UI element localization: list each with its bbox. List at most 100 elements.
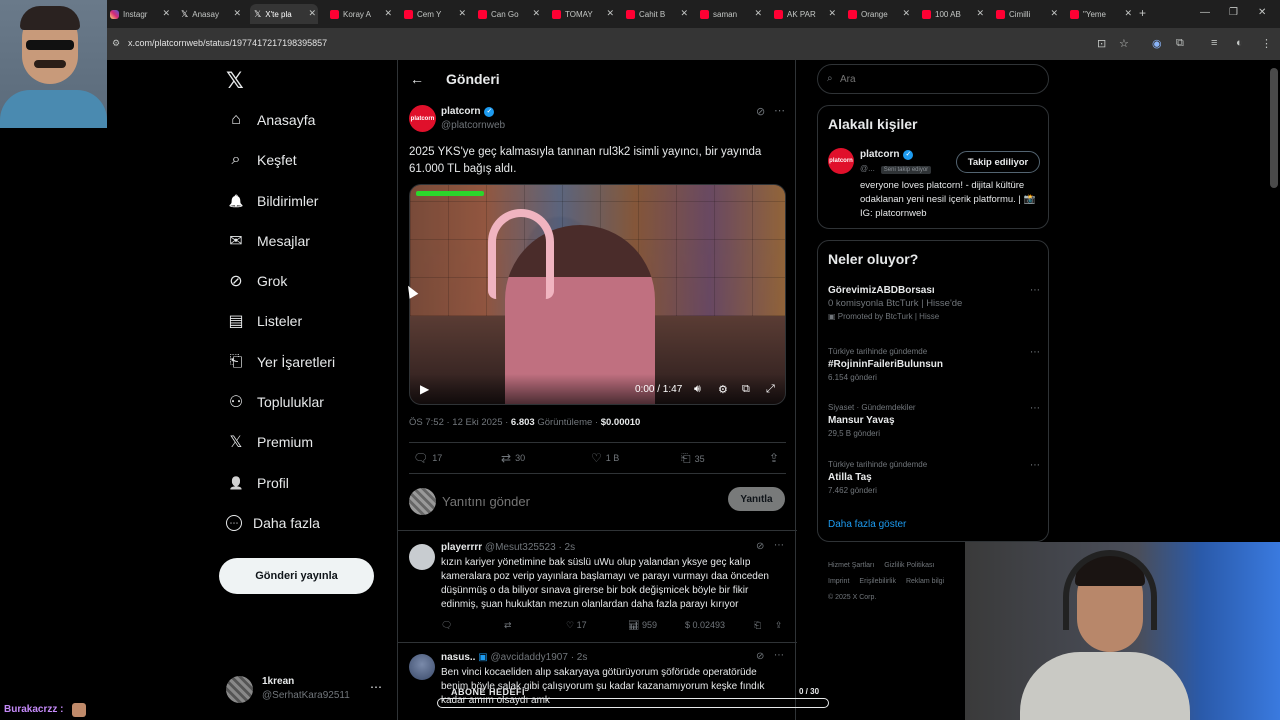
nav-item-notifications[interactable]: 🔔 Bildirimler bbox=[226, 189, 319, 213]
browser-tab[interactable]: 𝕏 Anasay ✕ bbox=[177, 4, 243, 24]
volume-icon[interactable]: 🔊︎ bbox=[694, 383, 701, 396]
nav-item-explore[interactable]: ⌕ Keşfet bbox=[226, 148, 297, 172]
site-info-icon[interactable]: ⚙ bbox=[112, 38, 122, 48]
browser-tab[interactable]: Cimilli ✕ bbox=[992, 4, 1060, 24]
share-icon[interactable]: ⇪ bbox=[775, 620, 783, 631]
search-input[interactable] bbox=[840, 71, 1030, 87]
search-box[interactable]: ⌕ bbox=[817, 64, 1049, 94]
fullscreen-icon[interactable]: ⤢ bbox=[766, 383, 775, 396]
close-tab-icon[interactable]: ✕ bbox=[384, 8, 392, 19]
browser-tab[interactable]: 100 AB ✕ bbox=[918, 4, 986, 24]
reply-input[interactable] bbox=[442, 491, 702, 511]
nav-item-home[interactable]: ⌂ Anasayfa bbox=[226, 108, 315, 132]
browser-menu-icon[interactable]: ⋮ bbox=[1261, 37, 1272, 50]
scrollbar[interactable] bbox=[1270, 68, 1278, 188]
nav-item-profile[interactable]: 👤 Profil bbox=[226, 471, 289, 495]
nav-item-lists[interactable]: ▤ Listeler bbox=[226, 309, 302, 333]
grok-icon[interactable]: ⊘ bbox=[756, 105, 765, 118]
post-author-name[interactable]: platcorn ✓ bbox=[441, 106, 495, 117]
install-app-icon[interactable]: ⊡ bbox=[1097, 37, 1106, 50]
comment-icon[interactable]: 🗨︎ bbox=[441, 620, 452, 631]
grok-icon[interactable]: ⊘ bbox=[756, 541, 764, 552]
browser-tab[interactable]: Koray A ✕ bbox=[326, 4, 394, 24]
browser-tab[interactable]: Cahit B ✕ bbox=[622, 4, 690, 24]
trend-item[interactable]: Türkiye tarihinde gündemde #RojininFaile… bbox=[828, 347, 1040, 382]
browser-tab[interactable]: TOMAY ✕ bbox=[548, 4, 616, 24]
close-tab-icon[interactable]: ✕ bbox=[458, 8, 466, 19]
settings-icon[interactable]: ⚙ bbox=[718, 383, 728, 396]
bookmark-star-icon[interactable]: ☆ bbox=[1119, 37, 1129, 50]
close-window-icon[interactable]: ✕ bbox=[1258, 7, 1266, 18]
profile-avatar-icon[interactable]: ◐ bbox=[1236, 37, 1243, 49]
browser-tab-active[interactable]: 𝕏 X'te pla ✕ bbox=[250, 4, 318, 24]
nav-item-messages[interactable]: ✉ Mesajlar bbox=[226, 229, 310, 253]
bookmark-icon[interactable]: ⎗ bbox=[754, 620, 761, 631]
more-icon[interactable]: ⋯ bbox=[1030, 460, 1040, 471]
new-tab-icon[interactable]: + bbox=[1139, 6, 1146, 20]
repost-action[interactable]: ⇄ 30 bbox=[501, 451, 525, 465]
following-button[interactable]: Takip ediliyor bbox=[956, 151, 1040, 173]
play-icon[interactable]: ▶ bbox=[420, 382, 429, 396]
reply-item[interactable]: playerrrr @Mesut325523 · 2s ⊘ ⋯ kızın ka… bbox=[398, 538, 797, 638]
share-action[interactable]: ⇪ bbox=[769, 451, 783, 465]
footer-link[interactable]: Erişilebilirlik bbox=[859, 578, 896, 585]
repost-icon[interactable]: ⇄ bbox=[504, 620, 512, 631]
close-tab-icon[interactable]: ✕ bbox=[162, 8, 170, 19]
bookmark-action[interactable]: ⎗ 35 bbox=[681, 451, 705, 466]
close-tab-icon[interactable]: ✕ bbox=[828, 8, 836, 19]
more-icon[interactable]: ⋯ bbox=[774, 104, 785, 117]
nav-item-bookmarks[interactable]: ⎗ Yer İşaretleri bbox=[226, 350, 335, 374]
avatar[interactable]: platcorn bbox=[828, 148, 854, 174]
nav-item-grok[interactable]: ⊘ Grok bbox=[226, 269, 287, 293]
close-tab-icon[interactable]: ✕ bbox=[1050, 8, 1058, 19]
reply-action[interactable]: 🗨︎ 17 bbox=[413, 451, 442, 465]
close-tab-icon[interactable]: ✕ bbox=[680, 8, 688, 19]
grok-icon[interactable]: ⊘ bbox=[756, 651, 764, 662]
post-author-handle[interactable]: @platcornweb bbox=[441, 120, 505, 131]
x-logo-icon[interactable]: 𝕏 bbox=[226, 68, 244, 94]
media-control-icon[interactable]: ≡ bbox=[1211, 37, 1217, 49]
more-icon[interactable]: ⋯ bbox=[1030, 285, 1040, 296]
close-tab-icon[interactable]: ✕ bbox=[532, 8, 540, 19]
trend-item[interactable]: Siyaset · Gündemdekiler Mansur Yavaş 29,… bbox=[828, 403, 1040, 438]
close-tab-icon[interactable]: ✕ bbox=[754, 8, 762, 19]
footer-link[interactable]: Hizmet Şartları bbox=[828, 562, 874, 569]
browser-tab[interactable]: Can Go ✕ bbox=[474, 4, 542, 24]
maximize-icon[interactable]: ❐ bbox=[1229, 7, 1238, 18]
close-tab-icon[interactable]: ✕ bbox=[902, 8, 910, 19]
like-action[interactable]: ♡ 1 B bbox=[591, 451, 619, 465]
browser-tab[interactable]: Cem Y ✕ bbox=[400, 4, 468, 24]
show-more-link[interactable]: Daha fazla göster bbox=[828, 519, 906, 530]
nav-item-premium[interactable]: 𝕏 Premium bbox=[226, 430, 313, 454]
more-icon[interactable]: ⋯ bbox=[774, 650, 784, 661]
more-icon[interactable]: ⋯ bbox=[370, 680, 382, 694]
browser-tab[interactable]: AK PAR ✕ bbox=[770, 4, 838, 24]
browser-tab[interactable]: Orange ✕ bbox=[844, 4, 912, 24]
footer-link[interactable]: Reklam bilgi bbox=[906, 578, 944, 585]
nav-item-more[interactable]: ⋯ Daha fazla bbox=[226, 511, 320, 535]
pip-icon[interactable]: ⧉ bbox=[742, 383, 750, 396]
extension-icon[interactable]: ◉ bbox=[1152, 37, 1162, 50]
close-tab-icon[interactable]: ✕ bbox=[1124, 8, 1132, 19]
close-tab-icon[interactable]: ✕ bbox=[308, 8, 316, 19]
footer-link[interactable]: Imprint bbox=[828, 578, 849, 585]
minimize-icon[interactable]: — bbox=[1200, 7, 1210, 18]
url-field[interactable]: x.com/platcornweb/status/197741721719839… bbox=[128, 38, 327, 48]
account-switcher[interactable]: 1krean @SerhatKara92511 ⋯ bbox=[226, 674, 386, 706]
browser-tab[interactable]: "Yeme ✕ bbox=[1066, 4, 1134, 24]
like-action[interactable]: ♡ 17 bbox=[566, 620, 587, 631]
more-icon[interactable]: ⋯ bbox=[774, 540, 784, 551]
nav-item-communities[interactable]: ⚇ Topluluklar bbox=[226, 390, 324, 414]
close-tab-icon[interactable]: ✕ bbox=[976, 8, 984, 19]
reply-button[interactable]: Yanıtla bbox=[728, 487, 785, 511]
more-icon[interactable]: ⋯ bbox=[1030, 403, 1040, 414]
browser-tab[interactable]: Instagr ✕ bbox=[106, 4, 172, 24]
close-tab-icon[interactable]: ✕ bbox=[606, 8, 614, 19]
trend-item[interactable]: Türkiye tarihinde gündemde Atilla Taş 7.… bbox=[828, 460, 1040, 495]
browser-tab[interactable]: saman ✕ bbox=[696, 4, 764, 24]
related-name[interactable]: platcorn ✓ bbox=[860, 149, 914, 160]
extensions-puzzle-icon[interactable]: ⧉ bbox=[1176, 37, 1184, 50]
avatar[interactable]: platcorn bbox=[409, 105, 436, 132]
more-icon[interactable]: ⋯ bbox=[1030, 347, 1040, 358]
footer-link[interactable]: Gizlilik Politikası bbox=[884, 562, 934, 569]
